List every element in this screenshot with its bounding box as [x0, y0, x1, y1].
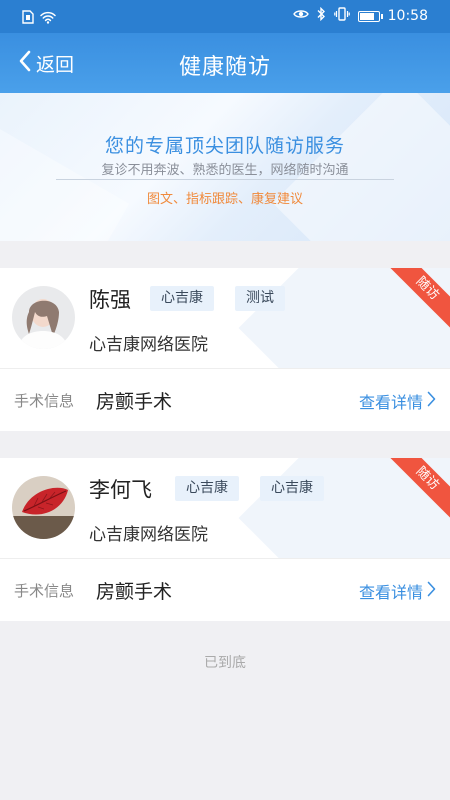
wifi-icon [40, 9, 56, 28]
view-details-label: 查看详情 [358, 393, 423, 412]
doctor-avatar [12, 286, 75, 349]
followup-card[interactable]: 李何飞 心吉康 心吉康 心吉康网络医院 随访 手术信息 房颤手术 查看详情 [0, 458, 450, 621]
surgery-info-label: 手术信息 [14, 582, 75, 600]
doctor-tag: 心吉康 [260, 476, 324, 501]
vibrate-icon [333, 7, 350, 25]
hospital-name: 心吉康网络医院 [89, 335, 208, 355]
doctor-tag: 心吉康 [175, 476, 239, 501]
banner-subtitle: 复诊不用奔波、熟悉的医生，网络随时沟通 [101, 163, 349, 178]
service-banner: 您的专属顶尖团队随访服务 复诊不用奔波、熟悉的医生，网络随时沟通 图文、指标跟踪… [0, 93, 450, 241]
banner-features: 图文、指标跟踪、康复建议 [146, 192, 303, 207]
eye-icon [292, 8, 309, 24]
sim-icon [22, 9, 34, 28]
status-bar: 10:58 [0, 0, 450, 33]
chevron-right-icon [427, 391, 436, 411]
battery-icon [357, 10, 383, 22]
doctor-tag: 心吉康 [150, 286, 214, 311]
view-details-link[interactable]: 查看详情 [359, 579, 436, 603]
surgery-info-label: 手术信息 [14, 392, 75, 410]
surgery-info-value: 房颤手术 [96, 391, 173, 413]
banner-title: 您的专属顶尖团队随访服务 [104, 135, 345, 157]
status-time: 10:58 [387, 8, 428, 24]
end-of-list-text: 已到底 [204, 655, 246, 671]
doctor-name: 李何飞 [89, 478, 152, 502]
doctor-avatar [12, 476, 75, 539]
surgery-info-value: 房颤手术 [96, 581, 173, 603]
followup-card[interactable]: 陈强 心吉康 测试 心吉康网络医院 随访 手术信息 房颤手术 查看详情 [0, 268, 450, 431]
nav-bar: 返回 健康随访 [0, 33, 450, 93]
view-details-link[interactable]: 查看详情 [359, 389, 436, 413]
doctor-name: 陈强 [89, 288, 131, 312]
page-title: 健康随访 [178, 55, 271, 80]
banner-divider [56, 179, 394, 180]
bluetooth-icon [317, 6, 326, 25]
view-details-label: 查看详情 [358, 583, 423, 602]
doctor-tag: 测试 [235, 286, 285, 311]
hospital-name: 心吉康网络医院 [89, 525, 208, 545]
chevron-right-icon [427, 581, 436, 601]
